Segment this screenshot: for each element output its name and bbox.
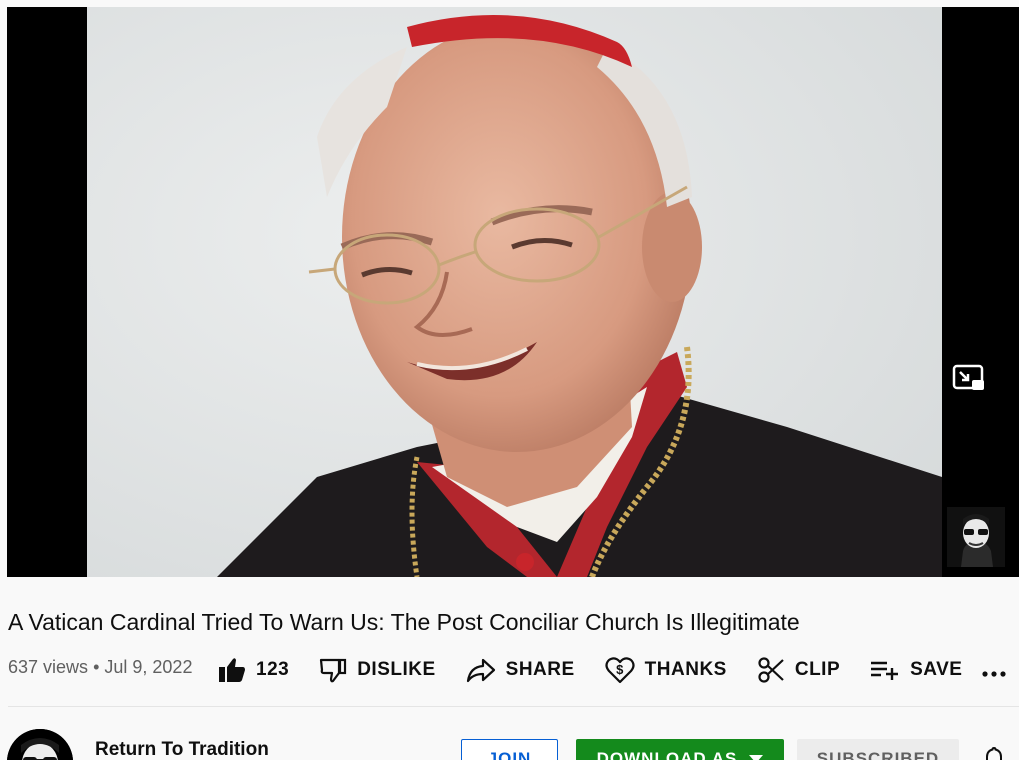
upload-date: Jul 9, 2022 [104,657,193,677]
share-label: SHARE [505,659,575,680]
save-label: SAVE [910,659,963,680]
chevron-down-icon [749,755,764,760]
notification-bell-button[interactable] [982,746,1006,760]
video-thumbnail-image [87,7,942,577]
video-player[interactable] [7,7,1019,577]
video-actions: 123 DISLIKE SHARE $ THANKS CLIP SAVE [218,650,962,690]
svg-text:$: $ [616,662,624,677]
scissors-icon [758,657,784,683]
like-count: 123 [256,659,290,680]
more-actions-button[interactable] [980,662,1008,686]
clip-label: CLIP [794,659,841,680]
download-as-button[interactable]: DOWNLOAD AS [576,739,784,760]
playlist-add-icon [871,661,899,680]
thumbs-down-icon [320,658,347,683]
dislike-button[interactable]: DISLIKE [319,657,435,683]
download-as-label: DOWNLOAD AS [596,749,738,760]
like-button[interactable]: 123 [218,657,289,683]
video-watch-page: A Vatican Cardinal Tried To Warn Us: The… [0,0,1019,760]
channel-avatar[interactable] [7,729,73,760]
share-arrow-icon [466,658,495,683]
meta-separator: • [93,657,100,677]
thanks-button[interactable]: $ THANKS [605,656,727,684]
thumbs-up-icon [219,658,245,682]
thanks-label: THANKS [644,659,727,680]
clip-button[interactable]: CLIP [757,656,840,684]
channel-watermark[interactable] [947,507,1005,567]
channel-name[interactable]: Return To Tradition [95,739,269,760]
bell-icon [986,746,1002,760]
save-button[interactable]: SAVE [870,658,962,682]
channel-watermark-image [947,507,1005,567]
view-count: 637 views [8,657,89,677]
picture-in-picture-icon [952,364,984,390]
video-title: A Vatican Cardinal Tried To Warn Us: The… [8,609,800,635]
heart-dollar-icon: $ [605,657,635,684]
video-meta: 637 views • Jul 9, 2022 [8,655,192,679]
subscribed-button[interactable]: SUBSCRIBED [797,739,959,760]
picture-in-picture-button[interactable] [942,352,996,406]
channel-avatar-image [7,729,73,760]
join-button[interactable]: JOIN [461,739,558,760]
more-horizontal-icon [982,671,1006,677]
dislike-label: DISLIKE [357,659,436,680]
video-frame[interactable] [87,7,942,577]
section-divider [8,706,1019,707]
share-button[interactable]: SHARE [466,657,575,683]
